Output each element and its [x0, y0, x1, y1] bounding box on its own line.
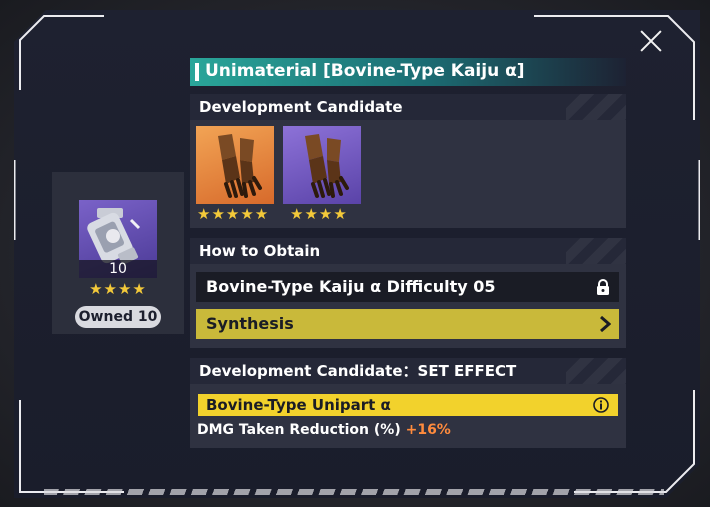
candidate-gauntlet-5star[interactable]: [196, 126, 274, 204]
obtain-stage-label: Bovine-Type Kaiju α Difficulty 05: [206, 277, 496, 296]
material-count: 10: [79, 260, 157, 278]
set-name-label: Bovine-Type Unipart α: [206, 396, 391, 414]
page-title: Unimaterial [Bovine-Type Kaiju α]: [205, 61, 525, 81]
material-card: 10 ★★★★ Owned 10: [52, 172, 184, 334]
decorative-strip: [44, 489, 664, 495]
gauntlet-icon: [218, 134, 262, 198]
candidate-1-stars: ★★★★★: [197, 205, 270, 223]
gauntlet-icon: [305, 134, 349, 198]
chevron-right-icon: [600, 316, 611, 332]
set-effect-heading: Development Candidate：SET EFFECT: [190, 358, 626, 384]
candidate-2-stars: ★★★★: [290, 205, 348, 223]
effect-value: +16%: [405, 422, 451, 438]
set-effect-line: DMG Taken Reduction (%) +16%: [197, 422, 451, 438]
info-icon[interactable]: [593, 397, 609, 413]
set-name-bar[interactable]: Bovine-Type Unipart α: [198, 394, 618, 416]
obtain-stage-row[interactable]: Bovine-Type Kaiju α Difficulty 05: [196, 272, 619, 302]
development-candidate-heading: Development Candidate: [190, 94, 626, 120]
material-rarity-stars: ★★★★: [89, 280, 147, 298]
how-to-obtain-heading: How to Obtain: [190, 238, 626, 264]
synthesis-label: Synthesis: [206, 314, 294, 333]
close-button[interactable]: [636, 26, 666, 56]
effect-label: DMG Taken Reduction (%): [197, 422, 401, 438]
candidate-gauntlet-4star[interactable]: [283, 126, 361, 204]
lock-icon: [597, 279, 609, 295]
owned-count-badge: Owned 10: [75, 306, 161, 328]
title-bar: Unimaterial [Bovine-Type Kaiju α]: [190, 58, 626, 86]
synthesis-row[interactable]: Synthesis: [196, 309, 619, 339]
